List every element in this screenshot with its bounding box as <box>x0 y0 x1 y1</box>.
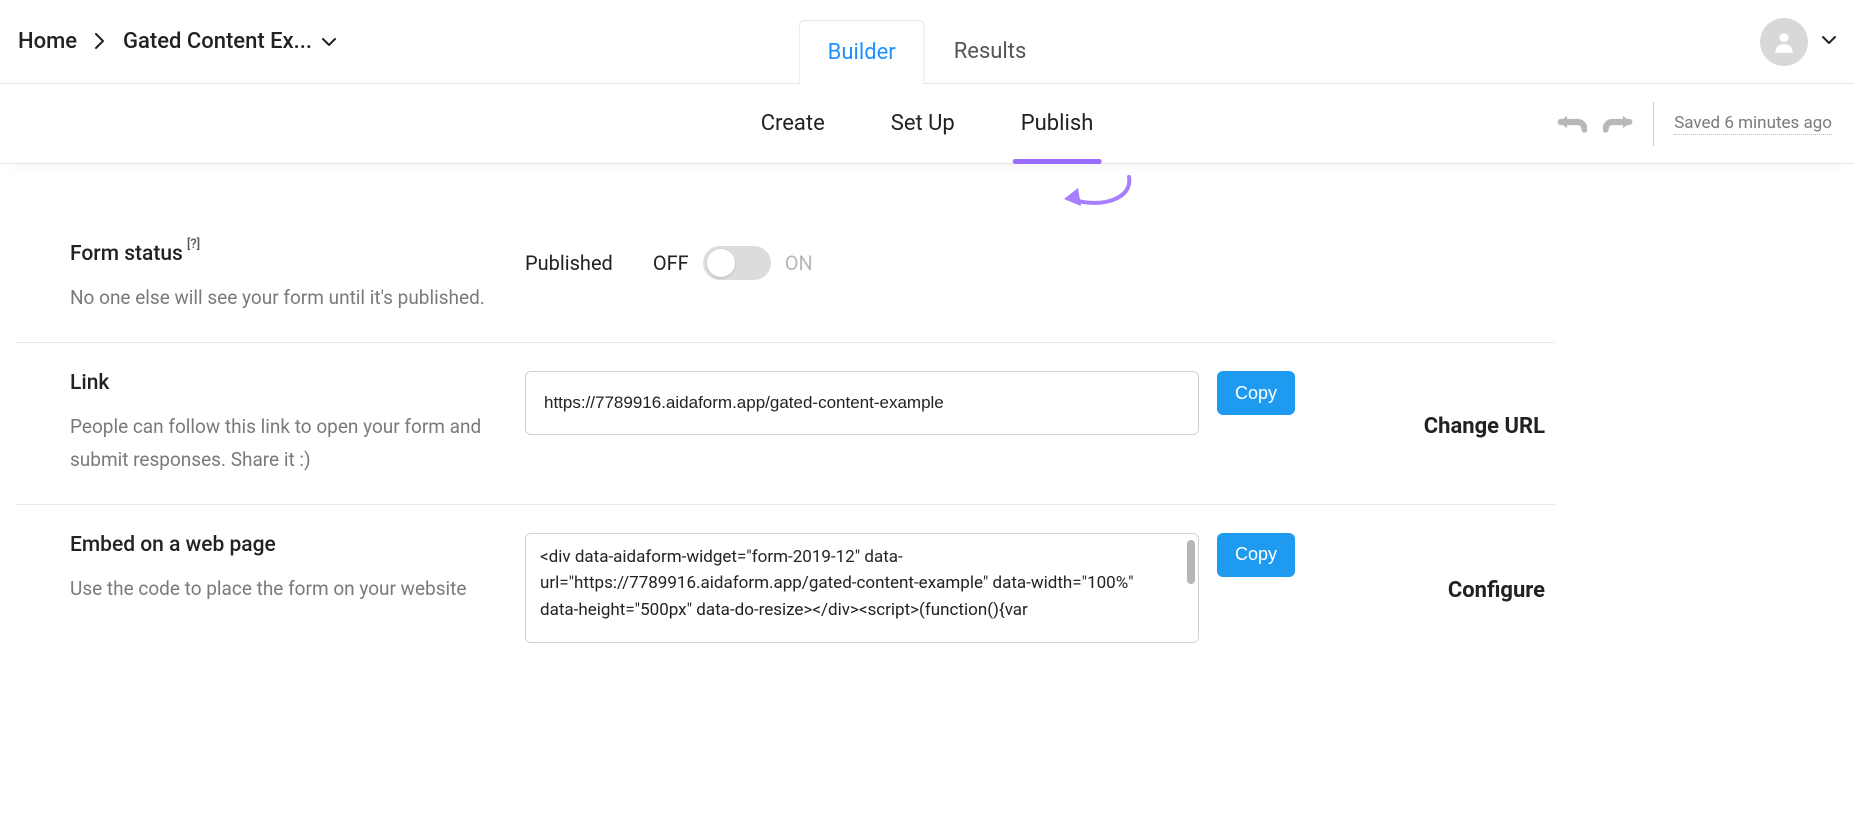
redo-button[interactable] <box>1603 107 1633 141</box>
avatar <box>1760 18 1808 66</box>
form-status-title-text: Form status <box>70 242 183 266</box>
publish-panel: Form status [?] No one else will see you… <box>15 164 1555 671</box>
sub-tab-setup[interactable]: Set Up <box>883 84 963 163</box>
tab-results[interactable]: Results <box>925 19 1056 83</box>
sub-tabs: Create Set Up Publish <box>753 84 1102 163</box>
configure-button[interactable]: Configure <box>1448 578 1545 603</box>
section-form-status: Form status [?] No one else will see you… <box>15 242 1555 343</box>
sub-tab-create[interactable]: Create <box>753 84 833 163</box>
undo-button[interactable] <box>1557 107 1587 141</box>
link-title: Link <box>70 371 485 395</box>
sub-nav-bar: Create Set Up Publish Saved 6 minutes ag… <box>0 84 1854 164</box>
divider <box>1653 102 1654 146</box>
form-status-description: No one else will see your form until it'… <box>70 282 485 314</box>
publish-toggle[interactable] <box>703 246 771 280</box>
user-menu[interactable] <box>1760 18 1836 66</box>
form-status-title: Form status [?] <box>70 242 485 266</box>
undo-icon <box>1557 107 1587 137</box>
publish-toggle-group: OFF ON <box>653 246 813 280</box>
toggle-on-label: ON <box>785 251 813 275</box>
right-tools: Saved 6 minutes ago <box>1557 102 1854 146</box>
chevron-down-icon <box>322 35 336 49</box>
help-icon[interactable]: [?] <box>187 237 200 252</box>
redo-icon <box>1603 107 1633 137</box>
change-url-button[interactable]: Change URL <box>1424 414 1545 439</box>
status-row: Published OFF ON <box>525 242 1295 280</box>
top-bar: Home Gated Content Ex... Builder Results <box>0 0 1854 84</box>
link-description: People can follow this link to open your… <box>70 411 485 476</box>
copy-embed-button[interactable]: Copy <box>1217 533 1295 577</box>
breadcrumb-home[interactable]: Home <box>18 29 77 54</box>
embed-code-wrap <box>525 533 1199 643</box>
chevron-down-icon <box>1822 33 1836 51</box>
breadcrumbs: Home Gated Content Ex... <box>18 29 336 54</box>
toggle-knob <box>707 249 735 277</box>
section-embed: Embed on a web page Use the code to plac… <box>15 505 1555 671</box>
tab-builder[interactable]: Builder <box>799 20 925 84</box>
breadcrumb-current[interactable]: Gated Content Ex... <box>123 29 336 54</box>
copy-link-button[interactable]: Copy <box>1217 371 1295 415</box>
chevron-right-icon <box>95 30 105 55</box>
sub-tab-publish[interactable]: Publish <box>1013 84 1102 163</box>
embed-title: Embed on a web page <box>70 533 485 557</box>
user-icon <box>1771 29 1797 55</box>
published-label: Published <box>525 251 613 275</box>
embed-description: Use the code to place the form on your w… <box>70 573 485 605</box>
scrollbar-thumb[interactable] <box>1187 540 1195 584</box>
toggle-off-label: OFF <box>653 251 689 275</box>
link-input[interactable] <box>525 371 1199 435</box>
embed-code-textarea[interactable] <box>526 534 1198 642</box>
top-tabs: Builder Results <box>799 0 1056 83</box>
section-link: Link People can follow this link to open… <box>15 343 1555 505</box>
saved-status: Saved 6 minutes ago <box>1674 113 1832 135</box>
undo-redo-group <box>1557 107 1633 141</box>
breadcrumb-current-label: Gated Content Ex... <box>123 29 312 54</box>
